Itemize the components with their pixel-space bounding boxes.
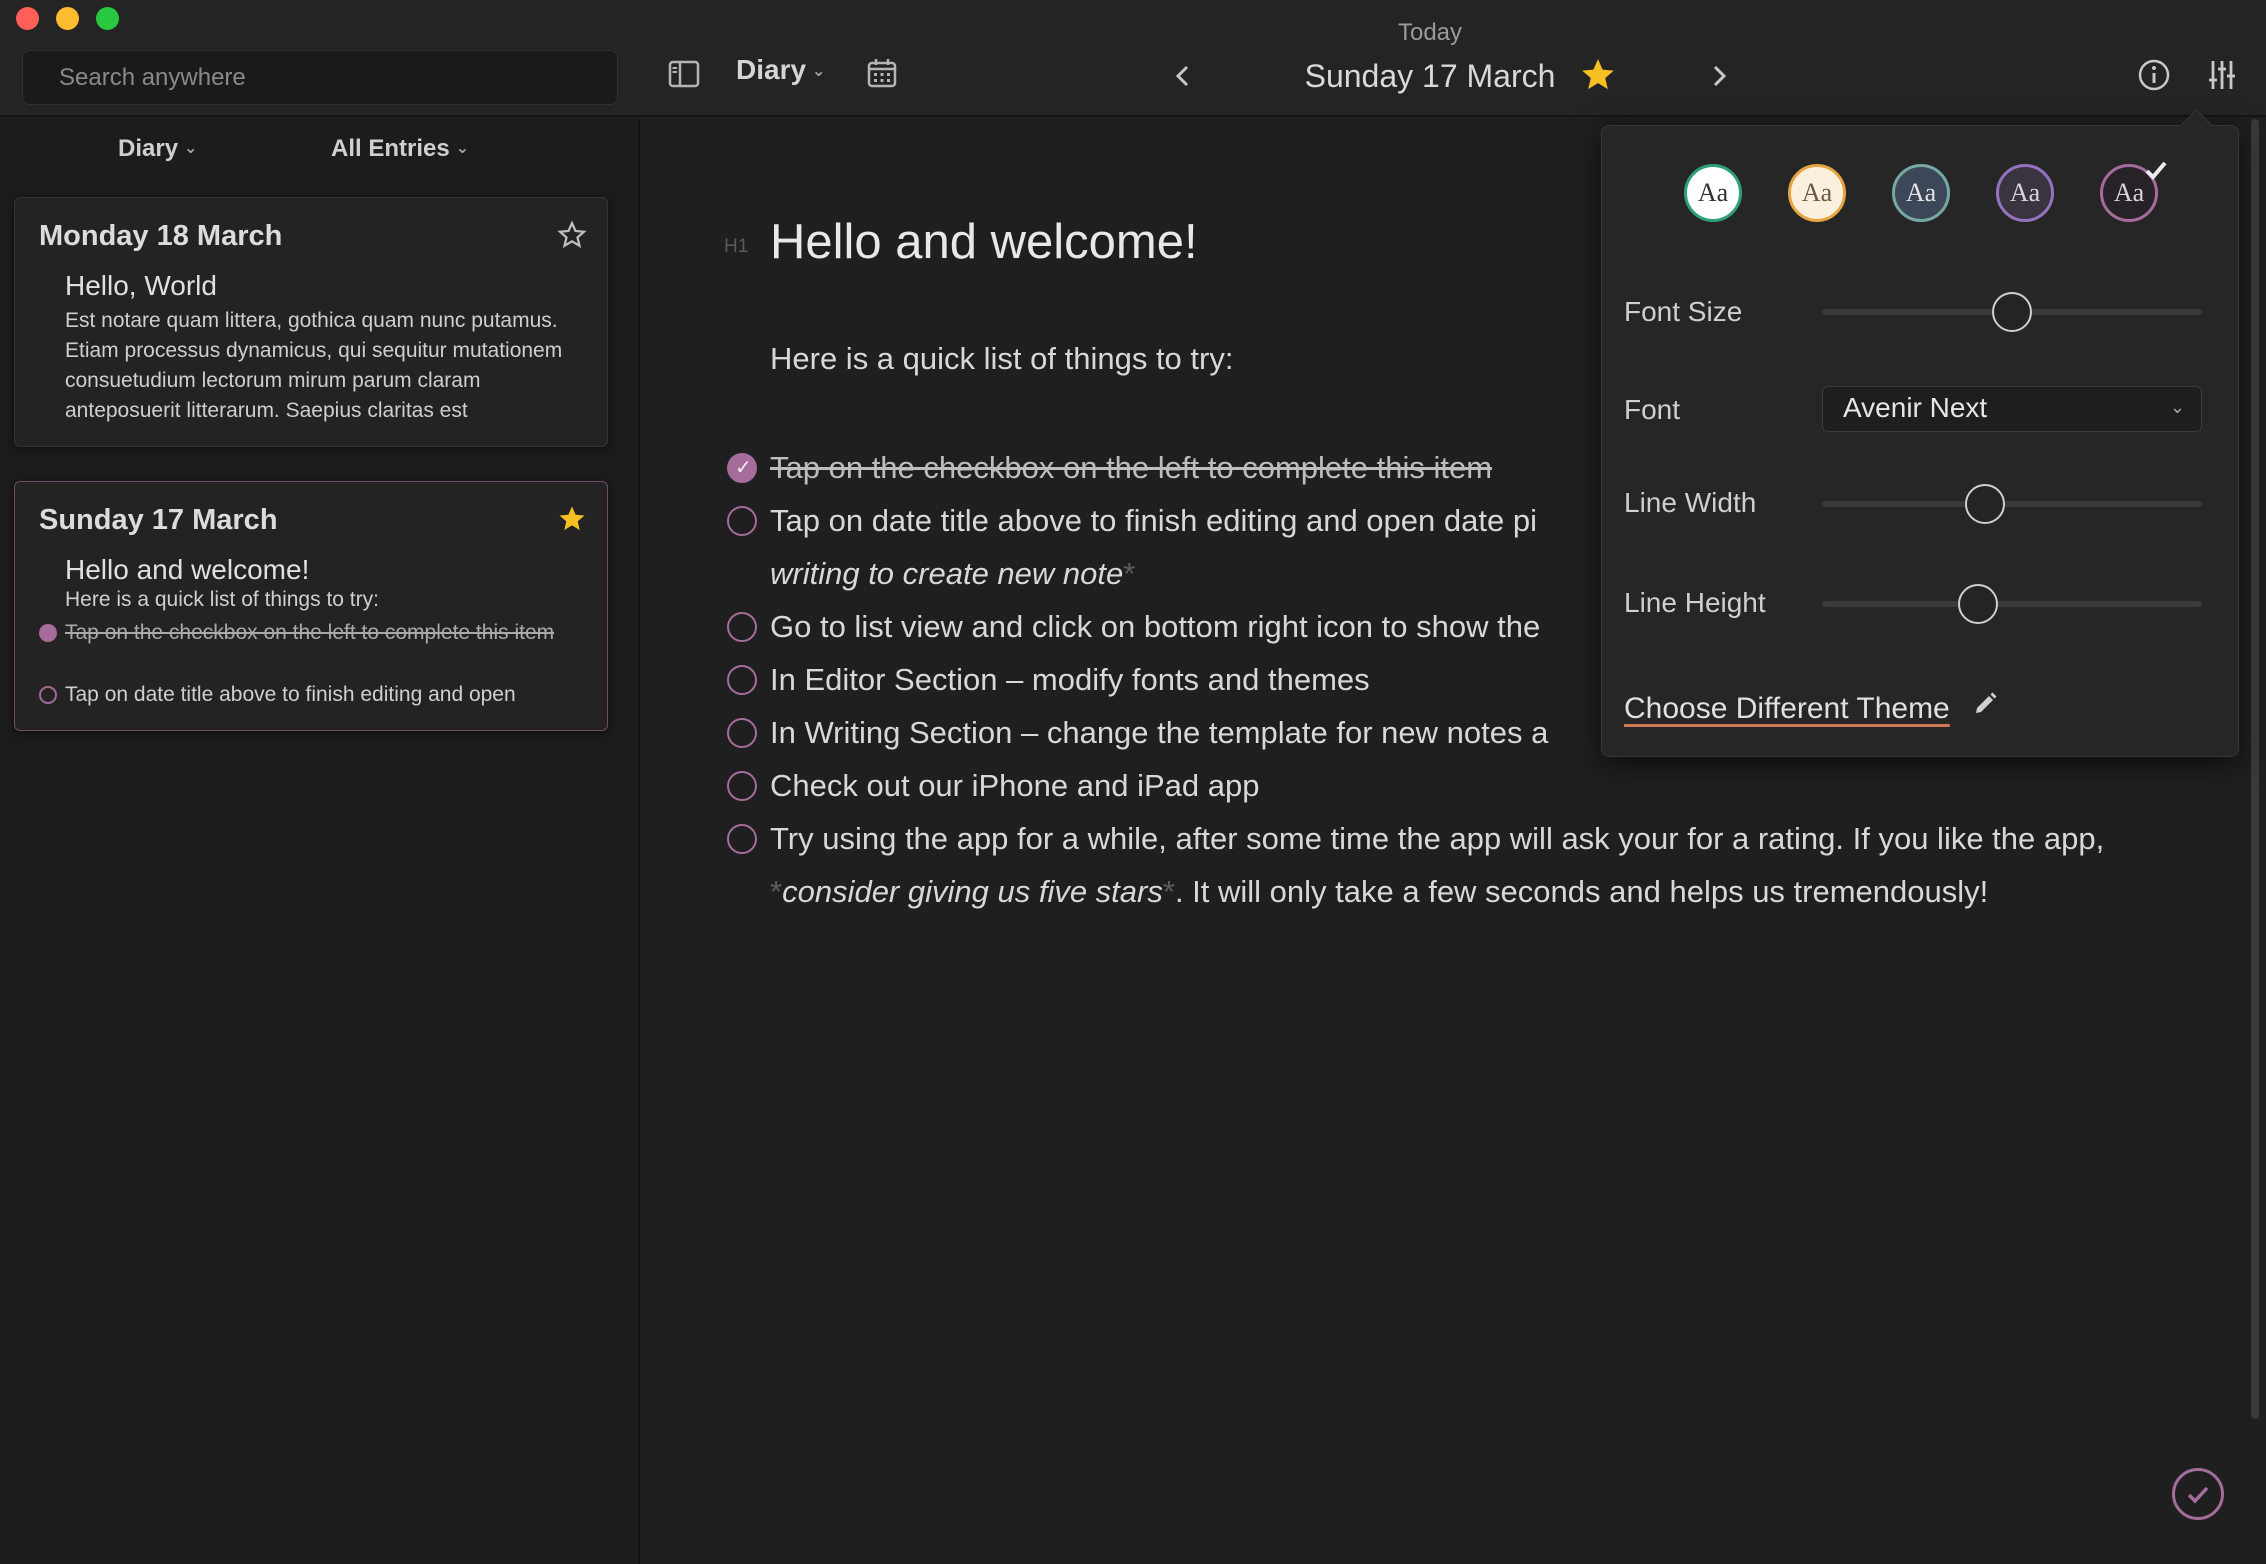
- entry-card-todo: Tap on date title above to finish editin…: [39, 680, 585, 710]
- todo-text[interactable]: Check out our iPhone and iPad app: [770, 759, 2130, 812]
- today-label[interactable]: Today: [1332, 19, 1528, 47]
- star-icon[interactable]: [557, 504, 587, 534]
- todo-item: Check out our iPhone and iPad app: [727, 759, 2130, 812]
- slider-knob[interactable]: [1965, 484, 2006, 524]
- entry-card-todo-text: Tap on date title above to finish editin…: [65, 683, 516, 706]
- todo-text-part: . It will only take a few seconds and he…: [1174, 874, 1989, 909]
- font-select[interactable]: Avenir Next ⌄: [1822, 386, 2202, 432]
- line-height-label: Line Height: [1624, 587, 1766, 618]
- checkmark-icon: [2187, 1486, 2209, 1504]
- entry-card-todo-text: Tap on the checkbox on the left to compl…: [65, 621, 555, 644]
- slider-knob[interactable]: [1992, 292, 2032, 332]
- todo-text-part: Try using the app for a while, after som…: [770, 821, 2105, 856]
- font-label: Font: [1624, 394, 1681, 425]
- theme-swatch-light[interactable]: Aa: [1684, 164, 1742, 222]
- star-icon[interactable]: [1578, 56, 1618, 94]
- entry-card-preview: Est notare quam littera, gothica quam nu…: [65, 309, 563, 422]
- zoom-window-button[interactable]: [96, 7, 119, 30]
- chevron-left-icon[interactable]: [1172, 62, 1194, 90]
- todo-item: Try using the app for a while, after som…: [727, 812, 2130, 918]
- info-icon[interactable]: [2137, 58, 2171, 92]
- entry-card-todo: Tap on the checkbox on the left to compl…: [39, 618, 585, 648]
- line-width-label: Line Width: [1624, 487, 1757, 518]
- entry-card[interactable]: Monday 18 March Hello, World Est notare …: [14, 197, 608, 447]
- font-size-slider[interactable]: [1822, 292, 2202, 332]
- entries-filter-label: All Entries: [331, 135, 450, 162]
- entry-intro-text[interactable]: Here is a quick list of things to try:: [770, 341, 1233, 377]
- entry-card-date: Sunday 17 March: [39, 504, 278, 536]
- appearance-popover: Aa Aa Aa Aa Aa Font Size Font Avenir Nex…: [1601, 125, 2239, 757]
- diary-filter-label: Diary: [118, 135, 179, 162]
- todo-text-italic: writing to create new note: [770, 556, 1124, 591]
- chevron-down-icon: ⌄: [455, 140, 470, 157]
- todo-text-part: Tap on date title above to finish editin…: [770, 503, 1537, 538]
- font-select-value: Avenir Next: [1843, 392, 1988, 423]
- entry-date-title[interactable]: Sunday 17 March: [1270, 58, 1590, 95]
- settings-sliders-icon[interactable]: [2205, 58, 2239, 92]
- star-icon[interactable]: [557, 220, 587, 250]
- editor-scrollbar[interactable]: [2251, 119, 2259, 1419]
- entry-card-date: Monday 18 March: [39, 220, 283, 252]
- todo-checkbox[interactable]: [727, 442, 757, 495]
- todo-checkbox[interactable]: [727, 612, 757, 642]
- theme-swatch-slate[interactable]: Aa: [1892, 164, 1950, 222]
- slider-knob[interactable]: [1957, 584, 1998, 624]
- entry-card-selected[interactable]: Sunday 17 March Hello and welcome! Here …: [14, 481, 608, 731]
- todo-text-italic: consider giving us five stars: [782, 874, 1163, 909]
- markdown-marker: *: [1123, 556, 1136, 591]
- checkmark-icon: [2145, 161, 2167, 180]
- pencil-icon[interactable]: [1972, 691, 1998, 717]
- calendar-icon[interactable]: [866, 57, 898, 89]
- close-window-button[interactable]: [16, 7, 39, 30]
- chevron-down-icon: ⌄: [812, 63, 826, 80]
- todo-text[interactable]: Try using the app for a while, after som…: [770, 812, 2130, 918]
- theme-swatch-sepia[interactable]: Aa: [1788, 164, 1846, 222]
- chevron-down-icon: ⌄: [2169, 397, 2185, 417]
- diary-dropdown[interactable]: Diary ⌄: [736, 54, 825, 86]
- diary-filter-dropdown[interactable]: Diary ⌄: [118, 135, 197, 163]
- minimize-window-button[interactable]: [56, 7, 79, 30]
- todo-checkbox[interactable]: [727, 665, 757, 695]
- todo-checkbox[interactable]: [727, 506, 757, 536]
- search-input[interactable]: Search anywhere: [22, 50, 618, 105]
- markdown-marker: *: [1162, 874, 1175, 909]
- entry-heading[interactable]: Hello and welcome!: [770, 214, 1198, 270]
- diary-dropdown-label: Diary: [736, 54, 807, 85]
- choose-theme-link[interactable]: Choose Different Theme: [1624, 692, 1950, 726]
- chevron-down-icon: ⌄: [184, 140, 198, 157]
- toolbar: Search anywhere Diary ⌄ Today Sunday 17 M…: [0, 0, 2266, 117]
- theme-swatch-purple[interactable]: Aa: [1996, 164, 2054, 222]
- todo-checkbox[interactable]: [727, 718, 757, 748]
- line-width-slider[interactable]: [1822, 484, 2202, 524]
- done-editing-button[interactable]: [2172, 1468, 2224, 1520]
- entry-card-title: Hello and welcome!: [65, 554, 310, 585]
- entries-sidebar: Diary ⌄ All Entries ⌄ Monday 18 March Hell…: [0, 119, 640, 1564]
- entry-card-title: Hello, World: [65, 270, 217, 301]
- checkbox-icon: [39, 686, 57, 704]
- checkbox-checked-icon: [39, 624, 57, 642]
- markdown-marker: *: [770, 874, 783, 909]
- sidebar-toggle-icon[interactable]: [668, 60, 700, 88]
- chevron-right-icon[interactable]: [1708, 62, 1730, 90]
- todo-checkbox[interactable]: [727, 771, 757, 801]
- entries-filter-dropdown[interactable]: All Entries ⌄: [331, 135, 469, 163]
- entry-card-subtitle: Here is a quick list of things to try:: [65, 588, 379, 611]
- heading-level-marker: H1: [724, 236, 749, 257]
- todo-checkbox[interactable]: [727, 824, 757, 854]
- font-size-label: Font Size: [1624, 296, 1743, 327]
- line-height-slider[interactable]: [1822, 584, 2202, 624]
